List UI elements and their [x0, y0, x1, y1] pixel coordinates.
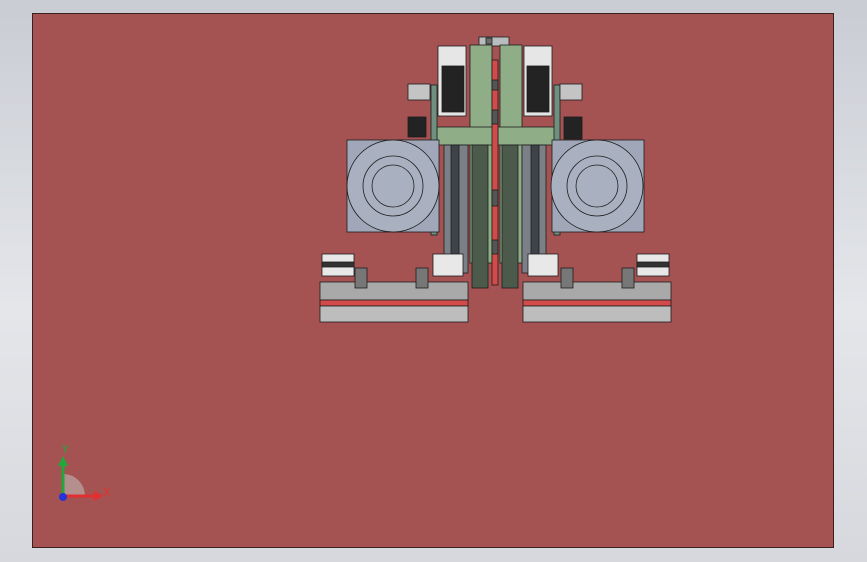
right-aux-motor	[563, 116, 583, 140]
right-motor	[526, 65, 550, 113]
left-base-assembly	[319, 281, 469, 301]
x-axis-arrow	[94, 491, 103, 501]
left-aux-motor	[407, 116, 427, 138]
coordinate-triad[interactable]	[58, 456, 103, 501]
triad-arc	[63, 474, 85, 496]
y-axis-arrow	[58, 456, 68, 466]
left-motor	[441, 65, 465, 113]
right-cross-plate	[497, 126, 556, 146]
right-base-assembly	[522, 281, 672, 301]
z-axis-dot	[59, 493, 67, 501]
x-axis-label: X	[103, 486, 111, 499]
right-drag-chain	[501, 144, 519, 289]
y-axis-label: Y	[62, 443, 69, 456]
assembly-model[interactable]	[0, 0, 867, 562]
left-cross-plate	[436, 126, 495, 146]
top-bracket-hole	[485, 37, 493, 45]
left-drag-chain	[471, 144, 489, 289]
right-drum	[550, 139, 644, 233]
left-drum	[346, 139, 440, 233]
